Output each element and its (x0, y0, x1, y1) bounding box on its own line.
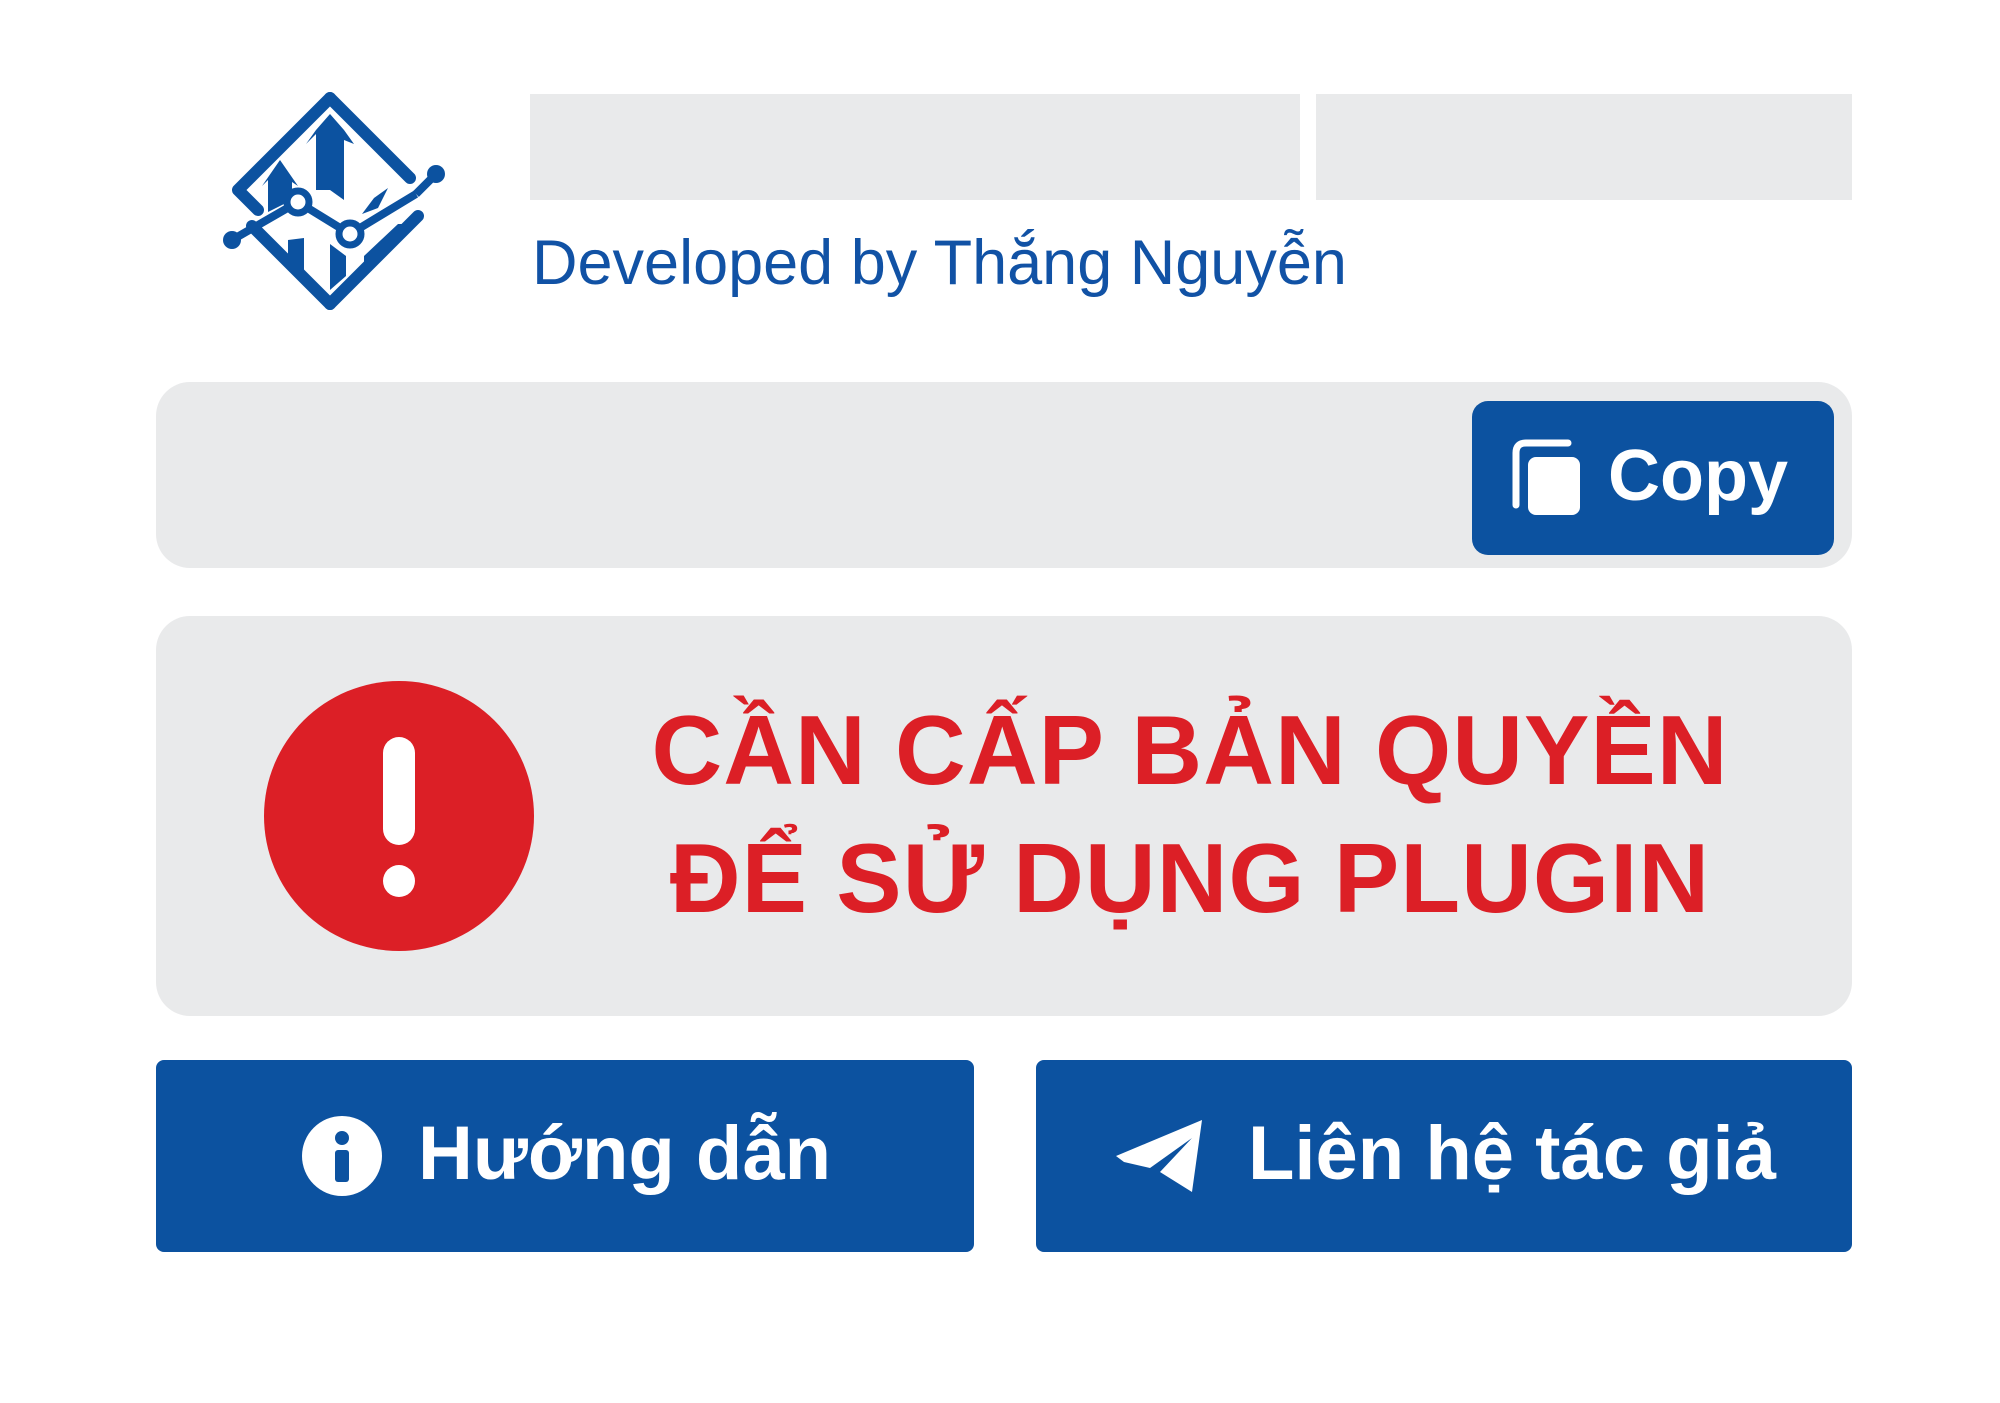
header-field-2[interactable] (1316, 94, 1852, 200)
guide-button[interactable]: Hướng dẫn (156, 1060, 974, 1252)
contact-author-button-label: Liên hệ tác giả (1248, 1111, 1776, 1196)
developer-credit: Developed by Thắng Nguyễn (532, 228, 1347, 298)
alert-line-1: CẦN CẤP BẢN QUYỀN (651, 695, 1729, 805)
guide-button-label: Hướng dẫn (418, 1111, 832, 1196)
exclamation-circle-icon (264, 681, 534, 951)
paper-plane-icon (1116, 1120, 1202, 1192)
info-circle-icon (302, 1116, 382, 1196)
copy-button-label: Copy (1608, 436, 1788, 516)
copy-button[interactable]: Copy (1472, 401, 1834, 555)
alert-line-2: ĐỂ SỬ DỤNG PLUGIN (669, 823, 1711, 933)
chart-diamond-logo-icon (223, 92, 445, 310)
contact-author-button[interactable]: Liên hệ tác giả (1036, 1060, 1852, 1252)
license-panel: Developed by Thắng Nguyễn Copy CẦN CẤP B… (0, 0, 2000, 1403)
copy-icon (1512, 439, 1580, 515)
license-required-message: CẦN CẤP BẢN QUYỀN ĐỂ SỬ DỤNG PLUGIN (560, 686, 1820, 942)
header-field-1[interactable] (530, 94, 1300, 200)
